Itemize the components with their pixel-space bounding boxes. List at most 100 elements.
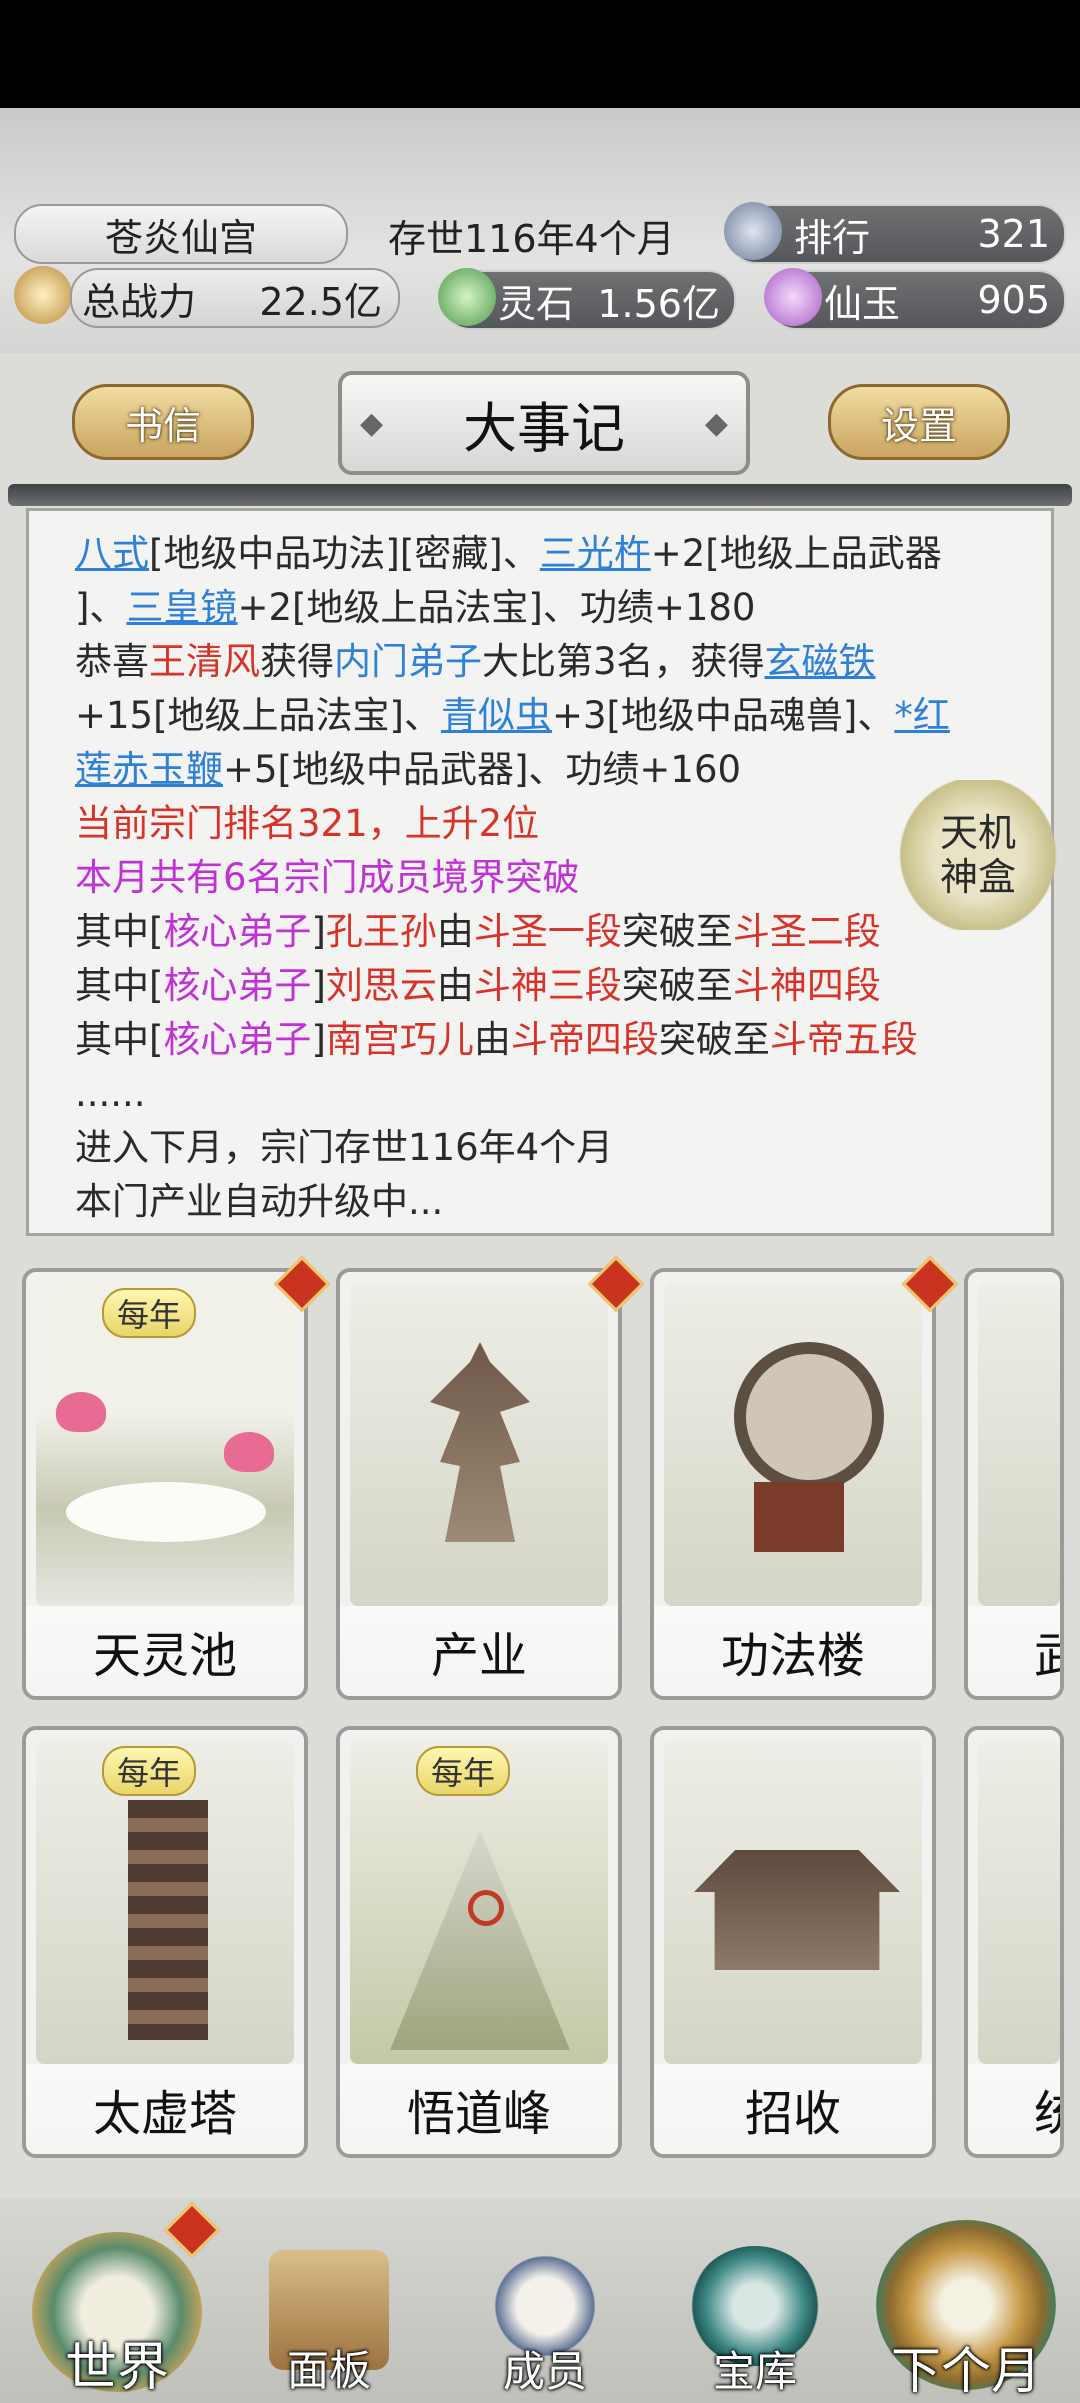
log-line: 当前宗门排名321，上升2位: [75, 802, 540, 845]
log-line: 其中[核心弟子]刘思云由斗神三段突破至斗神四段: [75, 959, 1029, 1013]
log-text: 由: [473, 1018, 511, 1061]
page-title: 大事记: [463, 396, 625, 460]
log-text: 突破至: [658, 1018, 770, 1061]
badge-text: 每年: [116, 1296, 181, 1334]
log-text: ]: [311, 910, 326, 953]
nav-next-month[interactable]: 下个月: [866, 2220, 1066, 2403]
item-link[interactable]: 三皇镜: [126, 586, 237, 629]
log-line: 本门产业自动升级中...: [75, 1180, 444, 1223]
letters-button[interactable]: 书信: [72, 384, 254, 460]
log-line: 八式[地级中品功法][密藏]、三光杵+2[地级上品武器: [75, 527, 1029, 581]
building-card-wudaofeng[interactable]: 悟道峰 每年: [336, 1726, 622, 2158]
log-text: +2[地级上品法宝]、功绩+180: [237, 586, 756, 629]
technique-tower-illustration: [664, 1282, 922, 1606]
log-line: 进入下月，宗门存世116年4个月: [75, 1126, 614, 1169]
spirit-stone-value: 1.56亿: [597, 281, 720, 326]
item-link[interactable]: *红: [894, 694, 950, 737]
log-line: 本月共有6名宗门成员境界突破: [75, 856, 580, 899]
power-icon: [14, 266, 72, 324]
log-text: [地级中品功法][密藏]、: [149, 532, 540, 575]
realm-text: 斗圣一段: [473, 910, 622, 953]
pagoda-illustration: [350, 1282, 608, 1606]
diamond-right-icon: ◆: [704, 405, 728, 441]
sect-name-pill[interactable]: 苍炎仙宫: [14, 204, 348, 264]
log-text: 其中[: [75, 910, 164, 953]
scroll-rod: [8, 484, 1072, 506]
item-link[interactable]: 青似虫: [441, 694, 552, 737]
log-text: 其中[: [75, 964, 164, 1007]
item-link[interactable]: 八式: [75, 532, 149, 575]
jade-label: 仙玉: [824, 281, 901, 326]
rank-value: 321: [977, 212, 1050, 256]
log-text: 突破至: [621, 910, 733, 953]
building-name: 产业: [430, 1628, 527, 1684]
log-text: 其中[: [75, 1018, 164, 1061]
nav-world[interactable]: 世界: [22, 2232, 212, 2402]
building-card-chanye[interactable]: 产业: [336, 1268, 622, 1700]
nav-label: 宝库: [712, 2347, 797, 2396]
settings-label: 设置: [880, 403, 957, 448]
log-text: +15[地级上品法宝]、: [75, 694, 441, 737]
log-text: 大比第3名，获得: [482, 640, 765, 683]
diamond-left-icon: ◆: [360, 405, 384, 441]
log-text: 恭喜: [75, 640, 149, 683]
log-text: 由: [436, 910, 474, 953]
existence-text: 存世116年4个月: [388, 217, 675, 261]
log-line: ]、三皇镜+2[地级上品法宝]、功绩+180: [75, 581, 1029, 635]
rank-tag: 核心弟子: [163, 964, 312, 1007]
nav-members[interactable]: 成员: [460, 2246, 630, 2401]
member-name: 孔王孙: [325, 910, 437, 953]
power-value: 22.5亿: [259, 279, 382, 324]
status-bar: [0, 0, 1080, 108]
building-card-zhaoshou[interactable]: 招收: [650, 1726, 936, 2158]
realm-text: 斗神四段: [732, 964, 881, 1007]
spirit-stone-icon: [438, 268, 496, 326]
yearly-badge: 每年: [102, 1288, 196, 1338]
item-link[interactable]: 玄磁铁: [765, 640, 876, 683]
nav-label: 面板: [286, 2346, 371, 2395]
treasure-box-button[interactable]: 天机 神盒: [898, 780, 1058, 930]
log-text: +5[地级中品武器]、功绩+160: [223, 748, 742, 791]
building-card-tianlingchi[interactable]: 天灵池 每年: [22, 1268, 308, 1700]
resource-header: 苍炎仙宫 存世116年4个月 排行 321 总战力 22.5亿 灵石 1.56亿…: [0, 108, 1080, 353]
log-text: 由: [436, 964, 474, 1007]
log-text: 获得: [260, 640, 334, 683]
nav-treasury[interactable]: 宝库: [670, 2246, 840, 2401]
log-text: ]、: [75, 586, 127, 629]
item-link[interactable]: 莲赤玉鞭: [75, 748, 223, 791]
realm-text: 斗神三段: [473, 964, 622, 1007]
sect-name: 苍炎仙宫: [104, 215, 257, 260]
yearly-badge: 每年: [102, 1746, 196, 1796]
rank-label: 排行: [794, 215, 871, 260]
rank-icon: [724, 202, 782, 260]
building-card-partial[interactable]: 武: [964, 1268, 1064, 1700]
jade-icon: [764, 268, 822, 326]
realm-text: 斗帝四段: [510, 1018, 659, 1061]
log-text: ]: [311, 1018, 326, 1061]
building-card-partial[interactable]: 统: [964, 1726, 1064, 2158]
power-label: 总战力: [82, 279, 197, 324]
building-name: 功法楼: [720, 1628, 865, 1684]
building-card-gongfalou[interactable]: 功法楼: [650, 1268, 936, 1700]
building-name: 太虚塔: [92, 2086, 237, 2142]
nav-panel[interactable]: 面板: [244, 2250, 414, 2400]
log-text: +3[地级中品魂兽]、: [551, 694, 895, 737]
power-pill: 总战力 22.5亿: [70, 268, 400, 328]
realm-text: 斗帝五段: [769, 1018, 918, 1061]
rank-tag: 核心弟子: [163, 1018, 312, 1061]
spirit-stone-label: 灵石: [498, 281, 575, 326]
log-line: ......: [75, 1072, 146, 1115]
item-link[interactable]: 三光杵: [540, 532, 651, 575]
member-name: 南宫巧儿: [325, 1018, 474, 1061]
settings-button[interactable]: 设置: [828, 384, 1010, 460]
nav-label: 世界: [64, 2338, 169, 2398]
log-text: ]: [311, 964, 326, 1007]
building-name: 天灵池: [92, 1628, 237, 1684]
treasure-box-line1: 天机: [939, 811, 1016, 855]
building-name: 招收: [744, 2086, 841, 2142]
building-card-taixuta[interactable]: 太虚塔 每年: [22, 1726, 308, 2158]
building-illustration: [978, 1282, 1060, 1606]
yearly-badge: 每年: [416, 1746, 510, 1796]
building-name: 统: [1034, 2074, 1060, 2144]
log-line: +15[地级上品法宝]、青似虫+3[地级中品魂兽]、*红: [75, 689, 1029, 743]
